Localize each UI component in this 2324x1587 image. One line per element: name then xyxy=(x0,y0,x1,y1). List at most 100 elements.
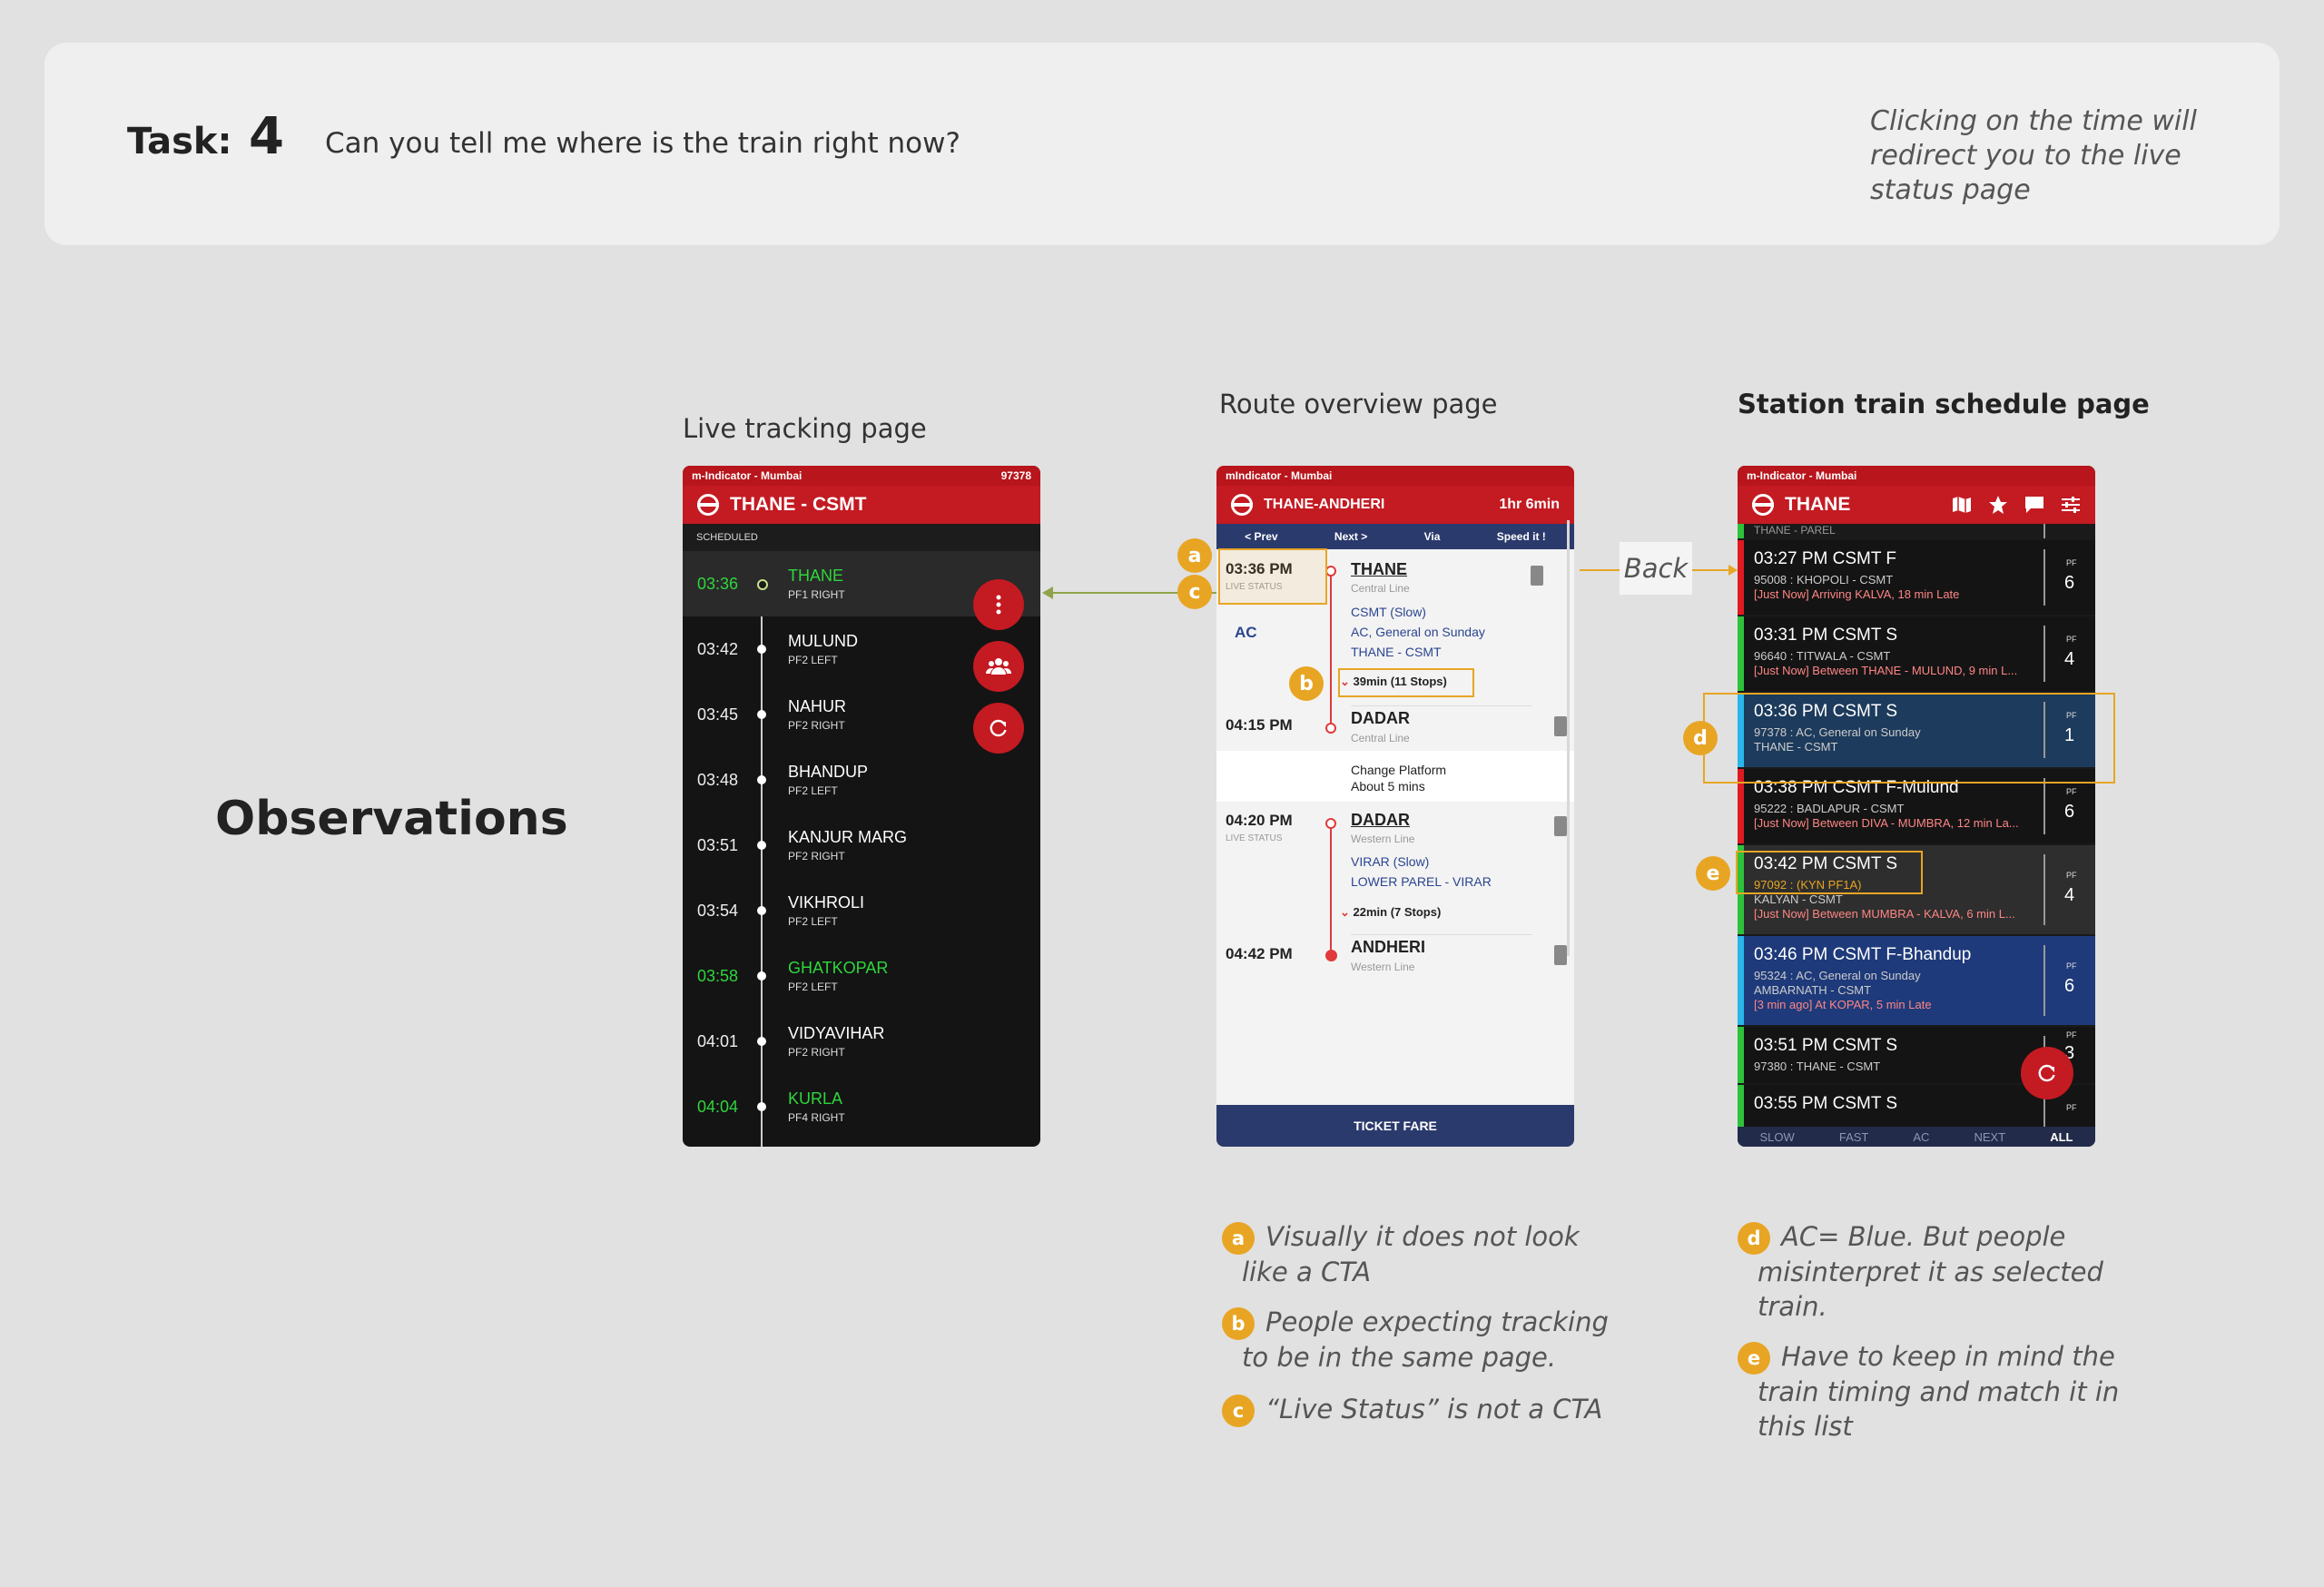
train-route: KALYAN - CSMT xyxy=(1754,892,1843,906)
line-color-bar xyxy=(1738,1085,1744,1127)
pf-divider xyxy=(2043,549,2045,606)
station-dot xyxy=(757,1102,766,1111)
station-node xyxy=(1325,818,1336,829)
station-platform: PF2 LEFT xyxy=(788,915,838,928)
chat-icon[interactable] xyxy=(2024,496,2044,514)
tab-next[interactable]: NEXT xyxy=(1974,1130,2005,1144)
train-info: 95008 : KHOPOLI - CSMT xyxy=(1754,573,1894,586)
route-nav: < Prev Next > Via Speed it ! xyxy=(1216,524,1574,549)
stops-highlight xyxy=(1338,668,1474,697)
tab-ac[interactable]: AC xyxy=(1913,1130,1929,1144)
filter-icon[interactable] xyxy=(2061,496,2081,514)
station-name: KURLA xyxy=(788,1089,843,1108)
prev-button[interactable]: < Prev xyxy=(1245,530,1277,543)
note-b: b People expecting tracking to be in the … xyxy=(1222,1305,1623,1375)
note-badge: a xyxy=(1222,1222,1255,1255)
line-color-bar xyxy=(1738,616,1744,691)
speed-it-button[interactable]: Speed it ! xyxy=(1497,530,1546,543)
train-row[interactable]: 03:27 PM CSMT F 95008 : KHOPOLI - CSMT [… xyxy=(1738,540,2095,615)
train-info: 96640 : TITWALA - CSMT xyxy=(1754,649,1891,663)
station-dot xyxy=(757,906,766,915)
pf-label: PF xyxy=(2066,635,2077,644)
station-time: 04:01 xyxy=(697,1032,739,1050)
scrollbar[interactable] xyxy=(1567,520,1570,956)
star-icon[interactable] xyxy=(1988,495,2008,515)
station-platform: PF4 RIGHT xyxy=(788,1111,845,1124)
train-row[interactable]: 03:31 PM CSMT S 96640 : TITWALA - CSMT [… xyxy=(1738,616,2095,691)
tab-fast[interactable]: FAST xyxy=(1839,1130,1869,1144)
train-title: 03:46 PM CSMT F-Bhandup xyxy=(1754,945,1972,964)
note-e: e Have to keep in mind the train timing a… xyxy=(1738,1339,2139,1444)
station-platform: PF2 LEFT xyxy=(788,784,838,797)
via-button[interactable]: Via xyxy=(1424,530,1441,543)
platform-badge xyxy=(1554,716,1567,736)
train-number: 97378 xyxy=(1000,469,1031,482)
train-live-status: [Just Now] Between MUMBRA - KALVA, 6 min… xyxy=(1754,907,2015,921)
station-row[interactable]: 03:58 GHATKOPAR PF2 LEFT xyxy=(683,943,1040,1009)
ticket-fare-button[interactable]: TICKET FARE xyxy=(1216,1105,1574,1147)
trip-duration: 1hr 6min xyxy=(1499,497,1560,512)
station-row[interactable]: 03:51 KANJUR MARG PF2 RIGHT xyxy=(683,813,1040,878)
pf-label: PF xyxy=(2066,787,2077,796)
station-dot xyxy=(757,775,766,784)
departure-time[interactable]: 04:20 PM xyxy=(1226,812,1293,830)
people-icon xyxy=(986,658,1011,675)
train-info: 95324 : AC, General on Sunday xyxy=(1754,969,1921,982)
next-button[interactable]: Next > xyxy=(1334,530,1367,543)
status-bar: m-Indicator - Mumbai 97378 xyxy=(683,466,1040,486)
route-segment-line xyxy=(1330,569,1332,727)
divider xyxy=(1351,705,1532,706)
note-a: a Visually it does not look like a CTA xyxy=(1222,1219,1623,1289)
tab-slow[interactable]: SLOW xyxy=(1760,1130,1795,1144)
station-name: THANE xyxy=(788,567,844,585)
note-badge: b xyxy=(1222,1307,1255,1340)
station-name[interactable]: THANE xyxy=(1351,560,1407,579)
station-row[interactable]: 03:54 VIKHROLI PF2 LEFT xyxy=(683,878,1040,943)
back-label: Back xyxy=(1620,542,1692,595)
train-row[interactable]: 03:46 PM CSMT F-Bhandup 95324 : AC, Gene… xyxy=(1738,936,2095,1025)
live-status-label: LIVE STATUS xyxy=(1226,833,1283,843)
pf-label: PF xyxy=(2066,558,2077,567)
line-color-bar xyxy=(1738,540,1744,615)
task-note: Clicking on the time will redirect you t… xyxy=(1870,105,2197,206)
route-title: THANE-ANDHERI xyxy=(1264,497,1385,512)
task-label: Task: xyxy=(127,121,232,163)
pf-number: 4 xyxy=(2064,885,2075,905)
divider xyxy=(1351,934,1532,935)
station-row[interactable]: 04:01 VIDYAVIHAR PF2 RIGHT xyxy=(683,1009,1040,1074)
train-title: 03:27 PM CSMT F xyxy=(1754,549,1896,568)
station-row[interactable]: 03:48 BHANDUP PF2 LEFT xyxy=(683,747,1040,813)
map-icon[interactable] xyxy=(1952,496,1972,514)
live-tracking-title: Live tracking page xyxy=(683,413,927,444)
station-title: THANE xyxy=(1785,494,1851,515)
train-live-status: [Just Now] Between THANE - MULUND, 9 min… xyxy=(1754,664,2018,677)
station-name[interactable]: DADAR xyxy=(1351,811,1410,830)
station-name: VIKHROLI xyxy=(788,893,865,912)
note-c-text: “Live Status” is not a CTA xyxy=(1265,1394,1603,1424)
time-match-highlight xyxy=(1736,851,1923,894)
line-color-bar xyxy=(1738,524,1744,538)
refresh-button[interactable] xyxy=(973,703,1024,754)
platform-badge xyxy=(1531,566,1543,586)
railway-logo-icon xyxy=(1752,494,1774,516)
note-b-text: People expecting tracking to be in the s… xyxy=(1242,1306,1609,1373)
station-platform: PF2 LEFT xyxy=(788,654,838,666)
station-time: 04:04 xyxy=(697,1098,739,1116)
station-dot xyxy=(757,841,766,850)
more-options-button[interactable] xyxy=(973,579,1024,630)
annotation-badge-e: e xyxy=(1696,856,1730,891)
train-type: AC, General on Sunday xyxy=(1351,625,1485,639)
more-vert-icon xyxy=(996,595,1001,615)
app-header: THANE xyxy=(1738,486,2095,524)
railway-logo-icon xyxy=(1231,494,1253,516)
note-d-text: AC= Blue. But people misinterpret it as … xyxy=(1758,1221,2103,1322)
station-dot xyxy=(757,971,766,981)
clipped-row-text: THANE - PAREL xyxy=(1754,524,1836,537)
station-row[interactable]: 04:04 KURLA PF4 RIGHT xyxy=(683,1074,1040,1139)
stops-toggle[interactable]: ⌄ 22min (7 Stops) xyxy=(1340,905,1441,920)
people-button[interactable] xyxy=(973,641,1024,692)
app-name: mIndicator - Mumbai xyxy=(1226,469,1333,482)
station-schedule-title: Station train schedule page xyxy=(1738,389,2150,419)
refresh-button[interactable] xyxy=(2021,1047,2073,1099)
tab-all[interactable]: ALL xyxy=(2050,1130,2073,1144)
